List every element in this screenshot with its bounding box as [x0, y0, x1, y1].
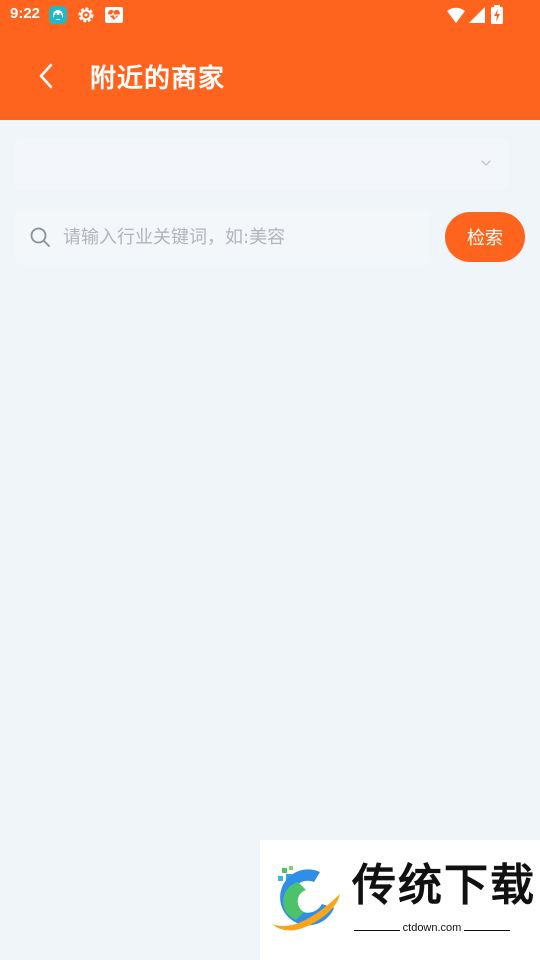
search-input[interactable] — [63, 219, 418, 255]
app-notification-icon — [48, 5, 68, 25]
gear-icon — [76, 5, 96, 25]
status-bar: 9:22 — [0, 0, 540, 32]
watermark-divider — [464, 930, 510, 931]
page-title: 附近的商家 — [90, 64, 226, 94]
battery-icon — [490, 5, 504, 25]
watermark-brand: 传统下载 — [352, 860, 536, 911]
search-button[interactable]: 检索 — [445, 212, 525, 262]
brand-logo-icon — [272, 866, 340, 931]
category-dropdown[interactable] — [15, 138, 509, 190]
health-app-icon — [104, 5, 124, 25]
chevron-left-icon — [39, 63, 53, 89]
watermark-site: ctdown.com — [402, 922, 462, 934]
watermark: 传统下载 ctdown.com — [260, 840, 540, 960]
app-header: 9:22 附近的商家 — [0, 0, 540, 120]
search-icon — [30, 227, 50, 247]
status-time: 9:22 — [10, 5, 41, 22]
chevron-down-icon — [481, 160, 491, 166]
wifi-icon — [446, 5, 466, 25]
cell-signal-icon — [467, 5, 487, 25]
back-button[interactable] — [28, 56, 64, 96]
search-box — [15, 209, 429, 265]
